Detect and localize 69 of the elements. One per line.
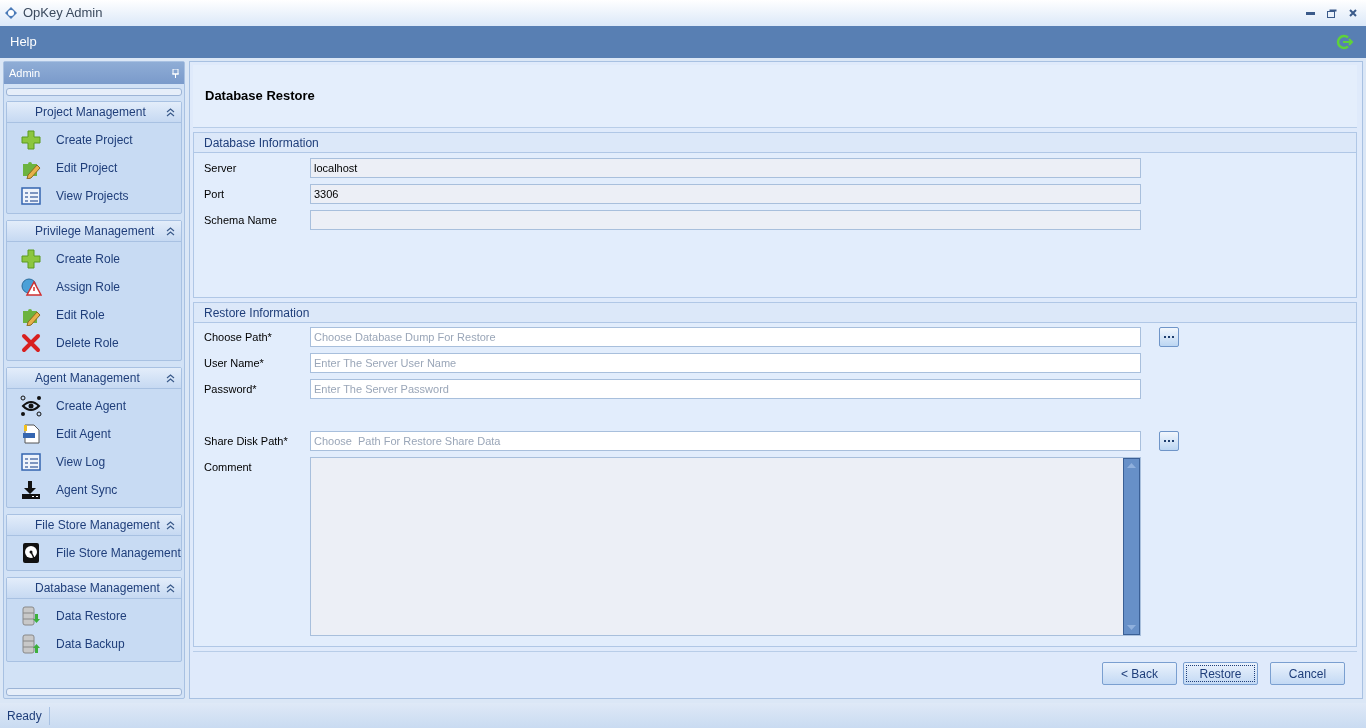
minimize-icon[interactable] <box>1306 11 1315 15</box>
field-label: Port <box>204 186 226 202</box>
page-title: Database Restore <box>205 87 315 106</box>
sidebar-item[interactable]: Edit Agent <box>7 420 181 448</box>
browse-button[interactable] <box>1159 431 1179 451</box>
download-icon <box>20 479 42 501</box>
collapse-icon[interactable] <box>166 107 175 117</box>
dialog-button[interactable]: Restore <box>1183 662 1258 685</box>
document-edit-icon <box>20 423 42 445</box>
group-title: Agent Management <box>35 370 140 387</box>
sidebar-item[interactable]: Delete Role <box>7 329 181 357</box>
group-box-title: Restore Information <box>204 304 310 322</box>
eye-network-icon <box>20 395 42 417</box>
sidebar-item[interactable]: Create Agent <box>7 392 181 420</box>
sidebar-item[interactable]: Data Backup <box>7 630 181 658</box>
browse-button[interactable] <box>1159 327 1179 347</box>
field-label: Comment <box>204 460 253 475</box>
field-label: Schema Name <box>204 212 278 228</box>
sidebar-item[interactable]: File Store Management <box>7 539 181 567</box>
menu-item[interactable]: Help <box>10 32 37 52</box>
collapse-icon[interactable] <box>166 520 175 530</box>
input-field[interactable]: Choose Database Dump For Restore <box>310 327 1141 347</box>
field-label: Server <box>204 160 238 176</box>
sidebar-item[interactable]: Create Project <box>7 126 181 154</box>
group-title: Privilege Management <box>35 223 155 240</box>
sidebar-item[interactable]: Assign Role <box>7 273 181 301</box>
database-down-icon <box>20 605 42 627</box>
status-text: Ready <box>0 706 50 725</box>
input-field[interactable]: Choose Path For Restore Share Data <box>310 431 1141 451</box>
window-title: OpKey Admin <box>23 4 103 23</box>
cross-icon <box>20 332 42 354</box>
collapse-icon[interactable] <box>166 373 175 383</box>
group-header[interactable]: Privilege Management <box>7 221 181 242</box>
dialog-button[interactable]: Cancel <box>1270 662 1345 685</box>
field-label: Choose Path* <box>204 329 273 345</box>
sidebar-item[interactable]: Create Role <box>7 245 181 273</box>
sidebar-item[interactable]: Data Restore <box>7 602 181 630</box>
list-icon <box>20 451 42 473</box>
plus-icon <box>20 129 42 151</box>
group-header[interactable]: Agent Management <box>7 368 181 389</box>
field-label: Share Disk Path* <box>204 433 289 449</box>
sidebar-item[interactable]: View Log <box>7 448 181 476</box>
restore-icon[interactable] <box>1327 8 1337 18</box>
field-label: User Name* <box>204 355 265 371</box>
list-icon <box>20 185 42 207</box>
input-field[interactable]: Enter The Server User Name <box>310 353 1141 373</box>
sidebar-item[interactable]: View Projects <box>7 182 181 210</box>
group-header[interactable]: Project Management <box>7 102 181 123</box>
collapse-icon[interactable] <box>166 583 175 593</box>
close-icon[interactable] <box>1349 9 1357 17</box>
plus-icon <box>20 248 42 270</box>
input-field[interactable]: Enter The Server Password <box>310 379 1141 399</box>
sidebar-title: Admin <box>9 65 41 81</box>
sidebar-item[interactable]: Edit Project <box>7 154 181 182</box>
dialog-button[interactable]: < Back <box>1102 662 1177 685</box>
globe-warning-icon <box>20 276 42 298</box>
comment-field[interactable] <box>310 457 1141 636</box>
group-header[interactable]: Database Management <box>7 578 181 599</box>
group-title: Project Management <box>35 104 146 121</box>
sidebar-item[interactable]: Agent Sync <box>7 476 181 504</box>
field-label: Password* <box>204 381 258 397</box>
pin-icon[interactable] <box>172 68 179 78</box>
group-title: Database Management <box>35 580 160 597</box>
collapse-icon[interactable] <box>166 226 175 236</box>
sidebar-item[interactable]: Edit Role <box>7 301 181 329</box>
group-header[interactable]: File Store Management <box>7 515 181 536</box>
group-box-title: Database Information <box>204 134 319 152</box>
group-title: File Store Management <box>35 517 160 534</box>
database-up-icon <box>20 633 42 655</box>
